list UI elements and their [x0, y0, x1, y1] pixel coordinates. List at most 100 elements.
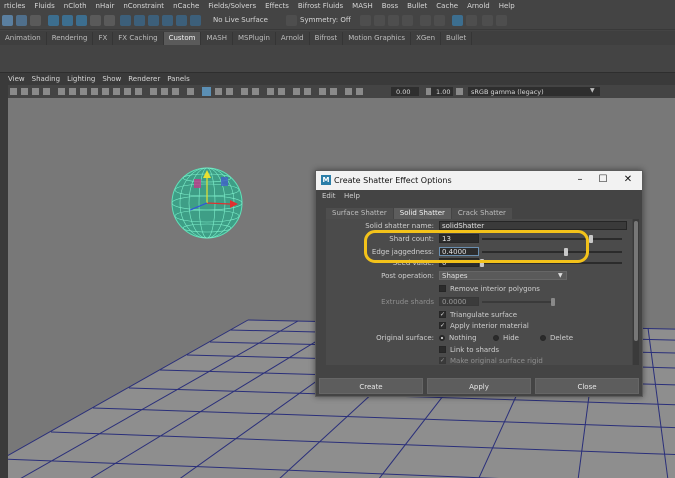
scale-tool-icon[interactable] — [76, 15, 87, 26]
menu-bifrost-fluids[interactable]: Bifrost Fluids — [298, 2, 348, 10]
paint-select-icon[interactable] — [30, 15, 41, 26]
menu-fluids[interactable]: Fluids — [34, 2, 59, 10]
shelf-tab-arnold[interactable]: Arnold — [276, 32, 310, 45]
textured-icon — [187, 88, 194, 95]
snap-point-icon[interactable] — [148, 15, 159, 26]
dialog-menu-edit[interactable]: Edit — [322, 192, 336, 200]
snap-live-icon[interactable] — [190, 15, 201, 26]
shelf-tab-custom[interactable]: Custom — [163, 32, 202, 45]
panel-menu-shading[interactable]: Shading — [32, 75, 60, 85]
live-surface-label[interactable]: No Live Surface — [213, 16, 268, 24]
radio-nothing[interactable] — [439, 335, 445, 341]
dialog-titlebar[interactable]: M Create Shatter Effect Options – ☐ ✕ — [316, 171, 642, 190]
original-surface-row: Original surface: Nothing Hide Delete — [326, 333, 632, 343]
menu-arnold[interactable]: Arnold — [467, 2, 495, 10]
symmetry-icon[interactable] — [286, 15, 297, 26]
triangulate-label: Triangulate surface — [450, 311, 518, 319]
snap-surface-icon[interactable] — [176, 15, 187, 26]
apply-interior-checkbox[interactable]: ✓ — [439, 322, 446, 329]
minimize-icon[interactable]: – — [573, 174, 587, 186]
render-view-icon[interactable] — [420, 15, 431, 26]
shelf-tab-bullet[interactable]: Bullet — [441, 32, 473, 45]
render-icon[interactable] — [360, 15, 371, 26]
tab-crack-shatter[interactable]: Crack Shatter — [451, 208, 512, 219]
menu-bullet[interactable]: Bullet — [407, 2, 432, 10]
ipr-icon[interactable] — [374, 15, 385, 26]
link-to-shards-checkbox[interactable] — [439, 346, 446, 353]
close-icon[interactable]: ✕ — [621, 174, 635, 186]
snap-grid-icon[interactable] — [120, 15, 131, 26]
symmetry-dropdown[interactable]: Symmetry: Off — [300, 16, 351, 24]
panel-menu-lighting[interactable]: Lighting — [67, 75, 95, 85]
menu-ncache[interactable]: nCache — [173, 2, 204, 10]
color-mgmt-icon — [456, 88, 463, 95]
shelf-tab-fx-caching[interactable]: FX Caching — [113, 32, 164, 45]
select-tool-icon[interactable] — [2, 15, 13, 26]
shard-count-slider-handle[interactable] — [589, 235, 594, 243]
apply-button[interactable]: Apply — [427, 378, 531, 394]
dialog-menubar: Edit Help — [316, 190, 642, 202]
hypershade-icon[interactable] — [402, 15, 413, 26]
remove-interior-checkbox[interactable] — [439, 285, 446, 292]
radio-hide[interactable] — [493, 335, 499, 341]
close-button[interactable]: Close — [535, 378, 639, 394]
make-rigid-checkbox[interactable]: ✓ — [439, 357, 446, 364]
dialog-menu-help[interactable]: Help — [344, 192, 360, 200]
extrude-shards-slider[interactable] — [482, 301, 552, 303]
extrude-shards-row: Extrude shards 0.0000 — [326, 297, 632, 307]
render-settings-icon[interactable] — [388, 15, 399, 26]
extrude-shards-slider-handle[interactable] — [551, 298, 555, 306]
tab-solid-shatter[interactable]: Solid Shatter — [393, 208, 451, 219]
menu-mash[interactable]: MASH — [352, 2, 378, 10]
arnold-render-icon[interactable] — [452, 15, 463, 26]
solid-shatter-name-field[interactable]: solidShatter — [439, 221, 627, 230]
snap-curve-icon[interactable] — [134, 15, 145, 26]
dof-icon — [304, 88, 311, 95]
tab-surface-shatter[interactable]: Surface Shatter — [326, 208, 393, 219]
exposure-field[interactable]: 0.00 — [396, 88, 410, 96]
snap-view-icon[interactable] — [162, 15, 173, 26]
gamma-field[interactable]: 1.00 — [436, 88, 450, 96]
shelf-tab-fx[interactable]: FX — [93, 32, 114, 45]
shelf-tab-animation[interactable]: Animation — [0, 32, 47, 45]
render-setup-icon[interactable] — [434, 15, 445, 26]
menu-rticles[interactable]: rticles — [4, 2, 30, 10]
menu-effects[interactable]: Effects — [265, 2, 294, 10]
menu-boss[interactable]: Boss — [382, 2, 403, 10]
move-tool-icon[interactable] — [48, 15, 59, 26]
manip-tool-icon[interactable] — [90, 15, 101, 26]
menu-nhair[interactable]: nHair — [96, 2, 120, 10]
lasso-tool-icon[interactable] — [16, 15, 27, 26]
rotate-tool-icon[interactable] — [62, 15, 73, 26]
extrude-shards-field[interactable]: 0.0000 — [439, 297, 479, 306]
soft-mod-icon[interactable] — [104, 15, 115, 26]
colorspace-dropdown[interactable]: sRGB gamma (legacy) — [471, 88, 544, 96]
menu-help[interactable]: Help — [499, 2, 520, 10]
wireframe-icon — [150, 88, 157, 95]
link-to-shards-label: Link to shards — [450, 346, 500, 354]
menu-fields-solvers[interactable]: Fields/Solvers — [208, 2, 261, 10]
snapshot-icon[interactable] — [496, 15, 507, 26]
panel-menu-show[interactable]: Show — [102, 75, 121, 85]
maximize-icon[interactable]: ☐ — [596, 174, 610, 186]
dialog-scroll-thumb[interactable] — [634, 221, 638, 341]
shelf-tab-rendering[interactable]: Rendering — [47, 32, 94, 45]
panel-menu-view[interactable]: View — [8, 75, 25, 85]
shelf-tab-mash[interactable]: MASH — [201, 32, 233, 45]
triangulate-checkbox[interactable]: ✓ — [439, 311, 446, 318]
menu-nconstraint[interactable]: nConstraint — [123, 2, 169, 10]
arnold-ipr-icon[interactable] — [466, 15, 477, 26]
radio-delete[interactable] — [540, 335, 546, 341]
panel-menu-panels[interactable]: Panels — [167, 75, 190, 85]
menu-cache[interactable]: Cache — [436, 2, 463, 10]
dialog-scrollbar[interactable] — [633, 219, 639, 365]
shelf-tab-motion-graphics[interactable]: Motion Graphics — [343, 32, 412, 45]
pause-icon[interactable] — [482, 15, 493, 26]
shelf-tab-xgen[interactable]: XGen — [411, 32, 442, 45]
panel-menu-renderer[interactable]: Renderer — [128, 75, 160, 85]
menu-ncloth[interactable]: nCloth — [64, 2, 92, 10]
create-button[interactable]: Create — [319, 378, 423, 394]
shelf-tab-bifrost[interactable]: Bifrost — [310, 32, 344, 45]
post-operation-dropdown[interactable]: Shapes — [439, 271, 567, 280]
shelf-tab-msplugin[interactable]: MSPlugin — [233, 32, 276, 45]
